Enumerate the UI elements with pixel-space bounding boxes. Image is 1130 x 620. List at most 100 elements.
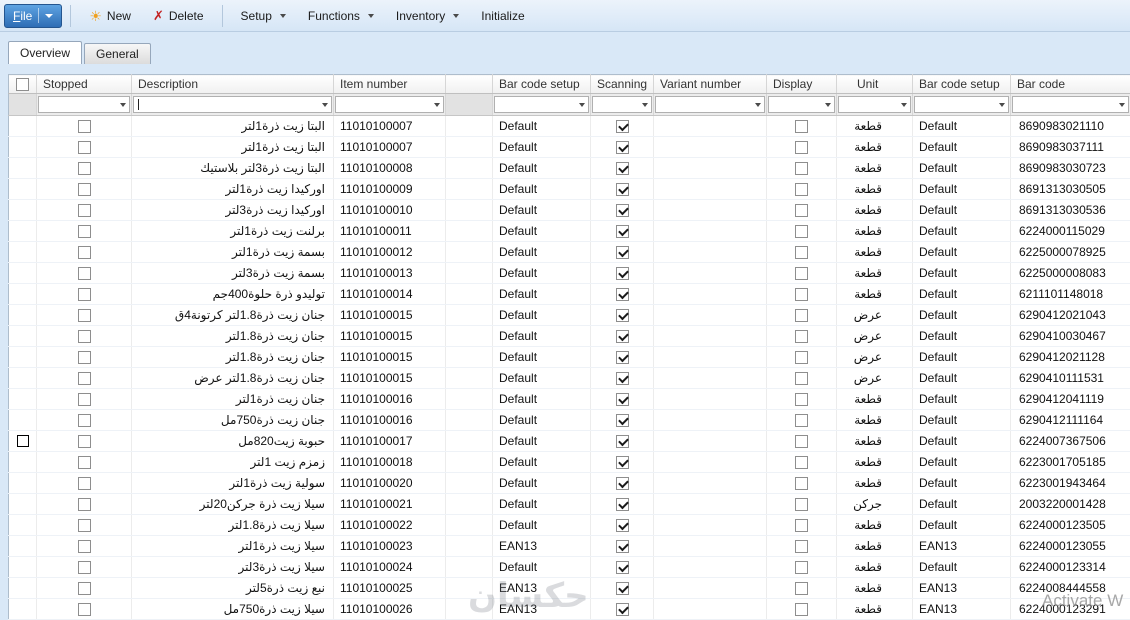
unit-cell[interactable]: عرض	[836, 346, 913, 368]
barcode-setup-cell[interactable]: Default	[492, 283, 591, 305]
description-cell[interactable]: سيلا زيت ذرة1.8لتر	[131, 514, 334, 536]
description-cell[interactable]: حبوبة زيت820مل	[131, 430, 334, 452]
table-row[interactable]: بسمة زيت ذرة3لتر 11010100013 Default قطع…	[8, 262, 1130, 284]
scanning-checkbox[interactable]	[615, 582, 629, 596]
stopped-cell[interactable]	[36, 136, 132, 158]
scanning-cell[interactable]	[590, 451, 654, 473]
select-all-checkbox[interactable]	[16, 78, 29, 92]
barcode-setup-cell[interactable]: Default	[492, 262, 591, 284]
stopped-checkbox[interactable]	[77, 540, 91, 554]
unit-cell[interactable]: قطعة	[836, 220, 913, 242]
barcode-setup2-cell[interactable]: EAN13	[912, 577, 1011, 599]
row-selector-cell[interactable]	[8, 220, 37, 242]
row-selector-cell[interactable]	[8, 577, 37, 599]
barcode-setup-cell[interactable]: Default	[492, 241, 591, 263]
scanning-cell[interactable]	[590, 535, 654, 557]
item-number-cell[interactable]: 11010100007	[333, 115, 446, 137]
variant-number-cell[interactable]	[653, 409, 767, 431]
scanning-cell[interactable]	[590, 241, 654, 263]
barcode-setup-cell[interactable]: Default	[492, 451, 591, 473]
filter-barcode-setup2[interactable]	[914, 96, 1009, 113]
table-row[interactable]: البتا زيت ذرة1لتر 11010100007 Default قط…	[8, 136, 1130, 158]
barcode-setup2-cell[interactable]: Default	[912, 136, 1011, 158]
description-cell[interactable]: جنان زيت ذرة1.8لتر	[131, 346, 334, 368]
description-cell[interactable]: سولية زيت ذرة1لتر	[131, 472, 334, 494]
display-cell[interactable]	[766, 220, 837, 242]
scanning-checkbox[interactable]	[615, 540, 629, 554]
row-selector-cell[interactable]	[8, 178, 37, 200]
scanning-cell[interactable]	[590, 367, 654, 389]
barcode-setup-cell[interactable]: Default	[492, 556, 591, 578]
barcode-cell[interactable]: 6290410030467	[1010, 325, 1130, 347]
initialize-button[interactable]: Initialize	[471, 4, 534, 28]
stopped-cell[interactable]	[36, 178, 132, 200]
description-cell[interactable]: البتا زيت ذرة1لتر	[131, 115, 334, 137]
barcode-setup-cell[interactable]: Default	[492, 409, 591, 431]
unit-cell[interactable]: قطعة	[836, 388, 913, 410]
scanning-cell[interactable]	[590, 325, 654, 347]
stopped-cell[interactable]	[36, 157, 132, 179]
barcode-cell[interactable]: 8690983021110	[1010, 115, 1130, 137]
barcode-setup2-cell[interactable]: Default	[912, 346, 1011, 368]
barcode-setup2-cell[interactable]: Default	[912, 514, 1011, 536]
barcode-cell[interactable]: 6290410111531	[1010, 367, 1130, 389]
barcode-setup2-cell[interactable]: Default	[912, 409, 1011, 431]
stopped-checkbox[interactable]	[77, 603, 91, 617]
barcode-setup-cell[interactable]: Default	[492, 304, 591, 326]
row-selector-cell[interactable]	[8, 598, 37, 620]
tab-general[interactable]: General	[84, 43, 151, 64]
barcode-setup-cell[interactable]: Default	[492, 367, 591, 389]
column-header-barcode[interactable]: Bar code	[1010, 74, 1130, 94]
unit-cell[interactable]: قطعة	[836, 556, 913, 578]
display-checkbox[interactable]	[795, 414, 808, 428]
item-number-cell[interactable]: 11010100016	[333, 409, 446, 431]
row-selector-cell[interactable]	[8, 115, 37, 137]
item-number-cell[interactable]: 11010100008	[333, 157, 446, 179]
column-header-display[interactable]: Display	[766, 74, 837, 94]
stopped-cell[interactable]	[36, 199, 132, 221]
stopped-checkbox[interactable]	[77, 561, 91, 575]
description-cell[interactable]: البتا زيت ذرة1لتر	[131, 136, 334, 158]
table-row[interactable]: نبع زيت ذرة5لتر 11010100025 EAN13 قطعة E…	[8, 577, 1130, 599]
item-number-cell[interactable]: 11010100021	[333, 493, 446, 515]
variant-number-cell[interactable]	[653, 430, 767, 452]
unit-cell[interactable]: قطعة	[836, 199, 913, 221]
scanning-checkbox[interactable]	[615, 519, 629, 533]
item-number-cell[interactable]: 11010100018	[333, 451, 446, 473]
row-selector-cell[interactable]	[8, 241, 37, 263]
description-cell[interactable]: بسمة زيت ذرة3لتر	[131, 262, 334, 284]
barcode-setup-cell[interactable]: Default	[492, 136, 591, 158]
barcode-cell[interactable]: 6290412021128	[1010, 346, 1130, 368]
scanning-checkbox[interactable]	[615, 267, 629, 281]
display-checkbox[interactable]	[795, 582, 808, 596]
barcode-setup-cell[interactable]: Default	[492, 493, 591, 515]
display-cell[interactable]	[766, 241, 837, 263]
row-selector-cell[interactable]	[8, 283, 37, 305]
column-header-stopped[interactable]: Stopped	[36, 74, 132, 94]
stopped-cell[interactable]	[36, 283, 132, 305]
scanning-cell[interactable]	[590, 598, 654, 620]
item-number-cell[interactable]: 11010100015	[333, 367, 446, 389]
scanning-cell[interactable]	[590, 283, 654, 305]
scanning-cell[interactable]	[590, 514, 654, 536]
stopped-cell[interactable]	[36, 115, 132, 137]
display-checkbox[interactable]	[795, 162, 808, 176]
stopped-cell[interactable]	[36, 493, 132, 515]
description-cell[interactable]: زمزم زيت 1لتر	[131, 451, 334, 473]
item-number-cell[interactable]: 11010100010	[333, 199, 446, 221]
scanning-cell[interactable]	[590, 136, 654, 158]
stopped-cell[interactable]	[36, 388, 132, 410]
stopped-checkbox[interactable]	[77, 435, 91, 449]
display-cell[interactable]	[766, 451, 837, 473]
variant-number-cell[interactable]	[653, 598, 767, 620]
scanning-cell[interactable]	[590, 262, 654, 284]
scanning-cell[interactable]	[590, 472, 654, 494]
filter-display[interactable]	[768, 96, 835, 113]
stopped-checkbox[interactable]	[77, 498, 91, 512]
scanning-checkbox[interactable]	[615, 288, 629, 302]
table-row[interactable]: اوركيدا زيت ذرة1لتر 11010100009 Default …	[8, 178, 1130, 200]
item-number-cell[interactable]: 11010100016	[333, 388, 446, 410]
scanning-checkbox[interactable]	[615, 162, 629, 176]
barcode-setup2-cell[interactable]: Default	[912, 199, 1011, 221]
barcode-setup2-cell[interactable]: Default	[912, 304, 1011, 326]
